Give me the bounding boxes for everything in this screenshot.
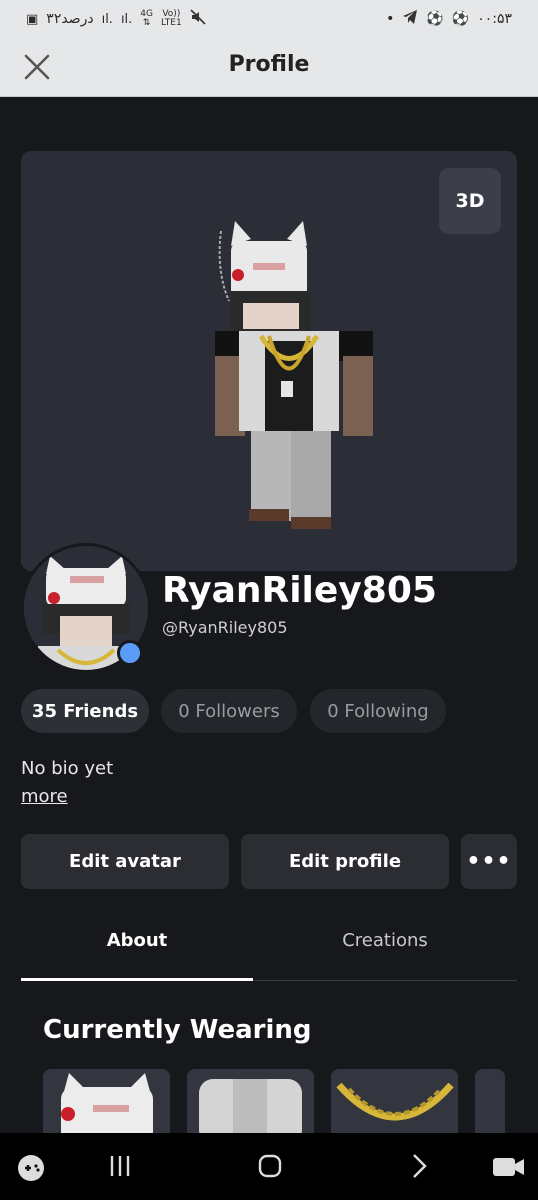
notification-dot-icon: •	[386, 11, 395, 27]
more-options-button[interactable]: •••	[461, 834, 517, 889]
soccer-icon: ⚽	[426, 11, 444, 27]
telegram-icon	[402, 9, 418, 29]
mute-icon	[190, 9, 206, 29]
followers-button[interactable]: 0 Followers	[161, 689, 297, 733]
display-name: RyanRiley805	[162, 570, 437, 611]
status-bar: ▣ ۳۲درصد ıl. ıl. 4G ⇅ Vo)) LTE1 • ⚽ ⚽ ۰۰:۵…	[0, 0, 538, 38]
following-button[interactable]: 0 Following	[310, 689, 446, 733]
more-icon: •••	[466, 849, 512, 874]
camera-icon[interactable]	[492, 1155, 526, 1183]
system-nav-bar	[0, 1133, 538, 1200]
home-icon[interactable]	[257, 1153, 283, 1183]
currently-wearing-title: Currently Wearing	[43, 1015, 312, 1045]
gallery-icon: ▣	[26, 11, 39, 27]
status-left: ▣ ۳۲درصد ıl. ıl. 4G ⇅ Vo)) LTE1	[26, 9, 206, 29]
edit-profile-button[interactable]: Edit profile	[241, 834, 449, 889]
recents-icon[interactable]	[108, 1153, 132, 1183]
volte-indicator: Vo)) LTE1	[161, 9, 182, 28]
network-indicator: 4G ⇅	[140, 9, 153, 28]
edit-avatar-button[interactable]: Edit avatar	[21, 834, 229, 889]
soccer-icon-2: ⚽	[451, 11, 470, 27]
game-controller-icon[interactable]	[16, 1153, 46, 1187]
view-3d-button[interactable]: 3D	[439, 168, 501, 234]
username: @RyanRiley805	[162, 618, 288, 637]
more-link[interactable]: more	[21, 786, 68, 807]
signal-icon: ıl.	[101, 11, 113, 27]
page-title: Profile	[228, 52, 310, 77]
tab-creations[interactable]: Creations	[253, 930, 517, 951]
tab-about[interactable]: About	[21, 930, 253, 951]
back-icon[interactable]	[410, 1153, 430, 1183]
app-header: Profile	[0, 38, 538, 97]
friends-button[interactable]: 35 Friends	[21, 689, 149, 733]
online-status-dot	[117, 640, 143, 666]
clock-text: ۰۰:۵۳	[477, 11, 512, 27]
status-right: • ⚽ ⚽ ۰۰:۵۳	[386, 9, 512, 29]
avatar-figure	[215, 221, 373, 529]
bio-text: No bio yet	[21, 758, 114, 779]
avatar-showcase[interactable]: 3D	[21, 151, 517, 571]
tab-active-indicator	[21, 978, 253, 981]
battery-text: ۳۲درصد	[46, 11, 94, 27]
signal-icon-2: ıl.	[120, 11, 133, 27]
